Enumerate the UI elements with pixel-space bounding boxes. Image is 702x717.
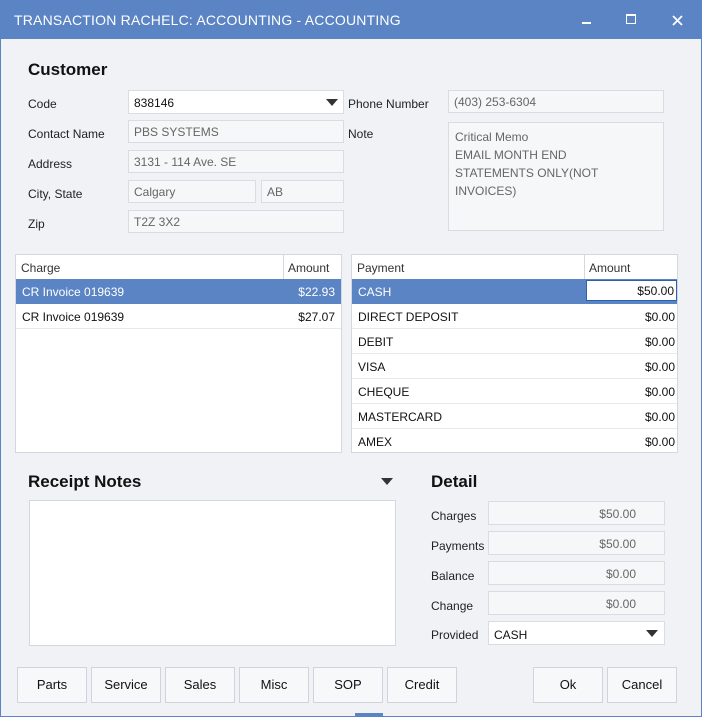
payment-cell: DIRECT DEPOSIT bbox=[358, 310, 459, 324]
payment-cell: CASH bbox=[358, 285, 392, 299]
payment-column-header[interactable]: Payment bbox=[357, 261, 404, 275]
taskbar-indicator bbox=[355, 713, 383, 716]
receipt-notes-textarea[interactable] bbox=[29, 500, 396, 646]
payments-total-field: $50.00 bbox=[488, 531, 665, 555]
phone-field[interactable]: (403) 253-6304 bbox=[448, 90, 664, 113]
column-divider[interactable] bbox=[584, 255, 585, 279]
customer-heading: Customer bbox=[28, 60, 108, 79]
table-row[interactable]: DIRECT DEPOSIT $0.00 bbox=[352, 304, 677, 329]
contact-name-label: Contact Name bbox=[28, 127, 105, 141]
provided-combobox[interactable]: CASH bbox=[488, 621, 665, 645]
misc-button[interactable]: Misc bbox=[239, 667, 309, 703]
service-button[interactable]: Service bbox=[91, 667, 161, 703]
charge-column-header[interactable]: Charge bbox=[21, 261, 60, 275]
state-field[interactable]: AB bbox=[261, 180, 344, 203]
amount-cell: $27.07 bbox=[298, 310, 335, 324]
sop-button[interactable]: SOP bbox=[313, 667, 383, 703]
sales-button[interactable]: Sales bbox=[165, 667, 235, 703]
note-field[interactable]: Critical Memo EMAIL MONTH END STATEMENTS… bbox=[448, 122, 664, 231]
city-state-label: City, State bbox=[28, 187, 83, 201]
contact-name-field[interactable]: PBS SYSTEMS bbox=[128, 120, 344, 143]
change-label: Change bbox=[431, 599, 474, 613]
note-line: EMAIL MONTH END bbox=[455, 148, 567, 162]
phone-label: Phone Number bbox=[348, 97, 429, 111]
note-label: Note bbox=[348, 127, 374, 141]
receipt-notes-heading: Receipt Notes bbox=[28, 472, 142, 491]
balance-label: Balance bbox=[431, 569, 475, 583]
payment-cell: VISA bbox=[358, 360, 386, 374]
code-value: 838146 bbox=[134, 96, 175, 110]
amount-cell[interactable]: $0.00 bbox=[645, 435, 675, 449]
minimize-icon[interactable] bbox=[569, 1, 609, 39]
charges-grid[interactable]: Charge Amount CR Invoice 019639 $22.93 C… bbox=[15, 254, 342, 453]
amount-cell[interactable]: $0.00 bbox=[645, 385, 675, 399]
charges-total-field: $50.00 bbox=[488, 501, 665, 525]
cancel-button[interactable]: Cancel bbox=[607, 667, 677, 703]
payment-cell: AMEX bbox=[358, 435, 393, 449]
charges-header: Charge Amount bbox=[16, 255, 341, 280]
city-field[interactable]: Calgary bbox=[128, 180, 256, 203]
zip-field[interactable]: T2Z 3X2 bbox=[128, 210, 344, 233]
note-line: Critical Memo bbox=[455, 130, 529, 144]
zip-label: Zip bbox=[28, 217, 45, 231]
maximize-icon[interactable] bbox=[611, 1, 651, 39]
detail-heading: Detail bbox=[431, 472, 478, 491]
ok-button[interactable]: Ok bbox=[533, 667, 603, 703]
parts-button[interactable]: Parts bbox=[17, 667, 87, 703]
amount-edit-cell[interactable]: $50.00 bbox=[586, 280, 677, 301]
amount-column-header[interactable]: Amount bbox=[589, 261, 630, 275]
table-row[interactable]: AMEX $0.00 bbox=[352, 429, 677, 454]
payments-header: Payment Amount bbox=[352, 255, 677, 280]
table-row[interactable]: DEBIT $0.00 bbox=[352, 329, 677, 354]
balance-field: $0.00 bbox=[488, 561, 665, 585]
dropdown-arrow-icon[interactable] bbox=[646, 630, 658, 637]
title-bar[interactable]: TRANSACTION RACHELC: ACCOUNTING - ACCOUN… bbox=[1, 1, 701, 39]
column-divider[interactable] bbox=[283, 255, 284, 279]
amount-cell[interactable]: $0.00 bbox=[645, 410, 675, 424]
charges-label: Charges bbox=[431, 509, 477, 523]
payments-grid[interactable]: Payment Amount CASH $50.00 DIRECT DEPOSI… bbox=[351, 254, 678, 453]
note-line: STATEMENTS ONLY(NOT bbox=[455, 166, 599, 180]
provided-label: Provided bbox=[431, 628, 479, 642]
row-divider bbox=[16, 328, 341, 329]
amount-cell[interactable]: $0.00 bbox=[645, 360, 675, 374]
note-line: INVOICES) bbox=[455, 184, 517, 198]
charge-cell: CR Invoice 019639 bbox=[22, 285, 125, 299]
table-row[interactable]: CR Invoice 019639 $22.93 bbox=[16, 279, 341, 304]
charge-cell: CR Invoice 019639 bbox=[22, 310, 125, 324]
credit-button[interactable]: Credit bbox=[387, 667, 457, 703]
amount-column-header[interactable]: Amount bbox=[288, 261, 329, 275]
table-row[interactable]: CR Invoice 019639 $27.07 bbox=[16, 304, 341, 329]
amount-cell: $22.93 bbox=[298, 285, 335, 299]
address-label: Address bbox=[28, 157, 73, 171]
table-row[interactable]: MASTERCARD $0.00 bbox=[352, 404, 677, 429]
payments-label: Payments bbox=[431, 539, 485, 553]
table-row[interactable]: CHEQUE $0.00 bbox=[352, 379, 677, 404]
code-combobox[interactable]: 838146 bbox=[128, 90, 344, 114]
payment-cell: CHEQUE bbox=[358, 385, 410, 399]
dropdown-arrow-icon[interactable] bbox=[381, 478, 393, 485]
change-field: $0.00 bbox=[488, 591, 665, 615]
transaction-window: TRANSACTION RACHELC: ACCOUNTING - ACCOUN… bbox=[0, 0, 702, 717]
payment-cell: MASTERCARD bbox=[358, 410, 443, 424]
close-icon[interactable] bbox=[657, 1, 697, 39]
table-row[interactable]: CASH $50.00 bbox=[352, 279, 677, 304]
window-title: TRANSACTION RACHELC: ACCOUNTING - ACCOUN… bbox=[14, 12, 401, 28]
amount-cell[interactable]: $0.00 bbox=[645, 335, 675, 349]
address-field[interactable]: 3131 - 114 Ave. SE bbox=[128, 150, 344, 173]
dropdown-arrow-icon[interactable] bbox=[326, 99, 338, 106]
table-row[interactable]: VISA $0.00 bbox=[352, 354, 677, 379]
payment-cell: DEBIT bbox=[358, 335, 394, 349]
code-label: Code bbox=[28, 97, 57, 111]
amount-cell[interactable]: $0.00 bbox=[645, 310, 675, 324]
provided-value: CASH bbox=[494, 628, 528, 642]
